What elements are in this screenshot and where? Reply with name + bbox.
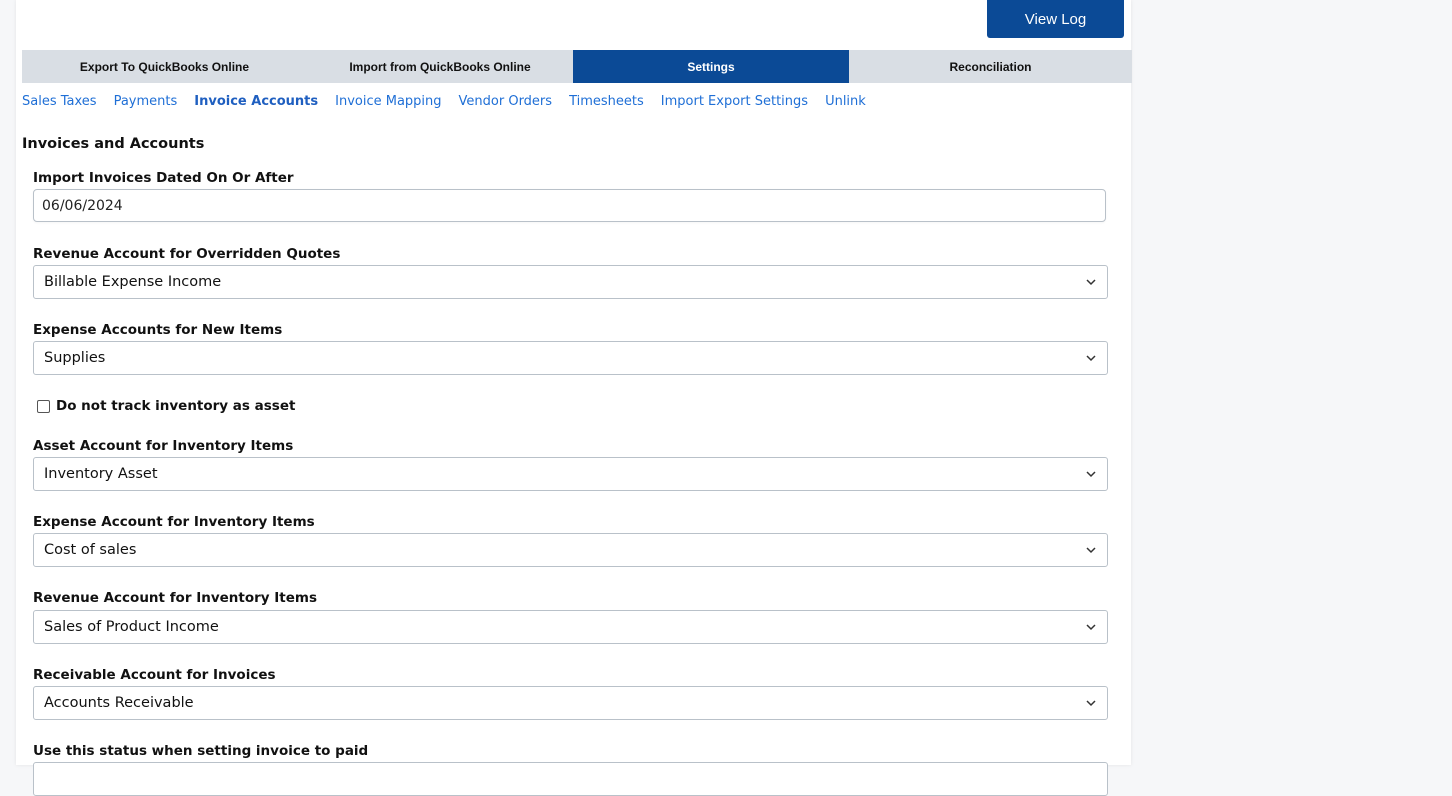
subnav-vendor-orders[interactable]: Vendor Orders (459, 94, 553, 109)
subnav-payments[interactable]: Payments (114, 94, 178, 109)
settings-subnav: Sales Taxes Payments Invoice Accounts In… (22, 92, 883, 110)
revenue-overridden-label: Revenue Account for Overridden Quotes (33, 246, 341, 262)
subnav-invoice-mapping[interactable]: Invoice Mapping (335, 94, 441, 109)
chevron-down-icon (1086, 471, 1096, 478)
tab-export-to-quickbooks[interactable]: Export To QuickBooks Online (22, 50, 307, 83)
chevron-down-icon (1086, 279, 1096, 286)
expense-new-items-select[interactable]: Supplies (33, 341, 1108, 375)
expense-inventory-value: Cost of sales (44, 542, 137, 558)
receivable-value: Accounts Receivable (44, 695, 194, 711)
view-log-button[interactable]: View Log (987, 0, 1124, 38)
revenue-overridden-select[interactable]: Billable Expense Income (33, 265, 1108, 299)
import-date-value: 06/06/2024 (42, 197, 123, 214)
asset-inventory-value: Inventory Asset (44, 466, 158, 482)
revenue-inventory-select[interactable]: Sales of Product Income (33, 610, 1108, 644)
settings-page: View Log Export To QuickBooks Online Imp… (16, 0, 1132, 796)
revenue-overridden-value: Billable Expense Income (44, 274, 222, 290)
chevron-down-icon (1086, 547, 1096, 554)
tab-reconciliation[interactable]: Reconciliation (849, 50, 1132, 83)
import-date-label: Import Invoices Dated On Or After (33, 170, 294, 186)
import-date-input[interactable]: 06/06/2024 (33, 189, 1106, 222)
subnav-invoice-accounts[interactable]: Invoice Accounts (194, 94, 318, 109)
tab-import-from-quickbooks[interactable]: Import from QuickBooks Online (307, 50, 573, 83)
asset-inventory-select[interactable]: Inventory Asset (33, 457, 1108, 491)
chevron-down-icon (1086, 624, 1096, 631)
expense-inventory-select[interactable]: Cost of sales (33, 533, 1108, 567)
paid-status-label: Use this status when setting invoice to … (33, 743, 369, 759)
expense-new-items-label: Expense Accounts for New Items (33, 322, 283, 338)
chevron-down-icon (1086, 700, 1096, 707)
subnav-unlink[interactable]: Unlink (825, 94, 866, 109)
paid-status-select[interactable] (33, 762, 1108, 796)
no-track-inventory-row: Do not track inventory as asset (37, 398, 295, 414)
receivable-select[interactable]: Accounts Receivable (33, 686, 1108, 720)
subnav-import-export-settings[interactable]: Import Export Settings (661, 94, 808, 109)
chevron-down-icon (1086, 355, 1096, 362)
main-tabs: Export To QuickBooks Online Import from … (22, 50, 1132, 83)
subnav-timesheets[interactable]: Timesheets (569, 94, 644, 109)
subnav-sales-taxes[interactable]: Sales Taxes (22, 94, 97, 109)
revenue-inventory-label: Revenue Account for Inventory Items (33, 590, 318, 606)
no-track-inventory-checkbox[interactable] (37, 399, 50, 413)
receivable-label: Receivable Account for Invoices (33, 667, 276, 683)
revenue-inventory-value: Sales of Product Income (44, 619, 219, 635)
asset-inventory-label: Asset Account for Inventory Items (33, 438, 294, 454)
expense-new-items-value: Supplies (44, 350, 106, 366)
no-track-inventory-label: Do not track inventory as asset (56, 398, 296, 414)
tab-settings[interactable]: Settings (573, 50, 849, 83)
section-title: Invoices and Accounts (22, 136, 205, 152)
expense-inventory-label: Expense Account for Inventory Items (33, 514, 315, 530)
